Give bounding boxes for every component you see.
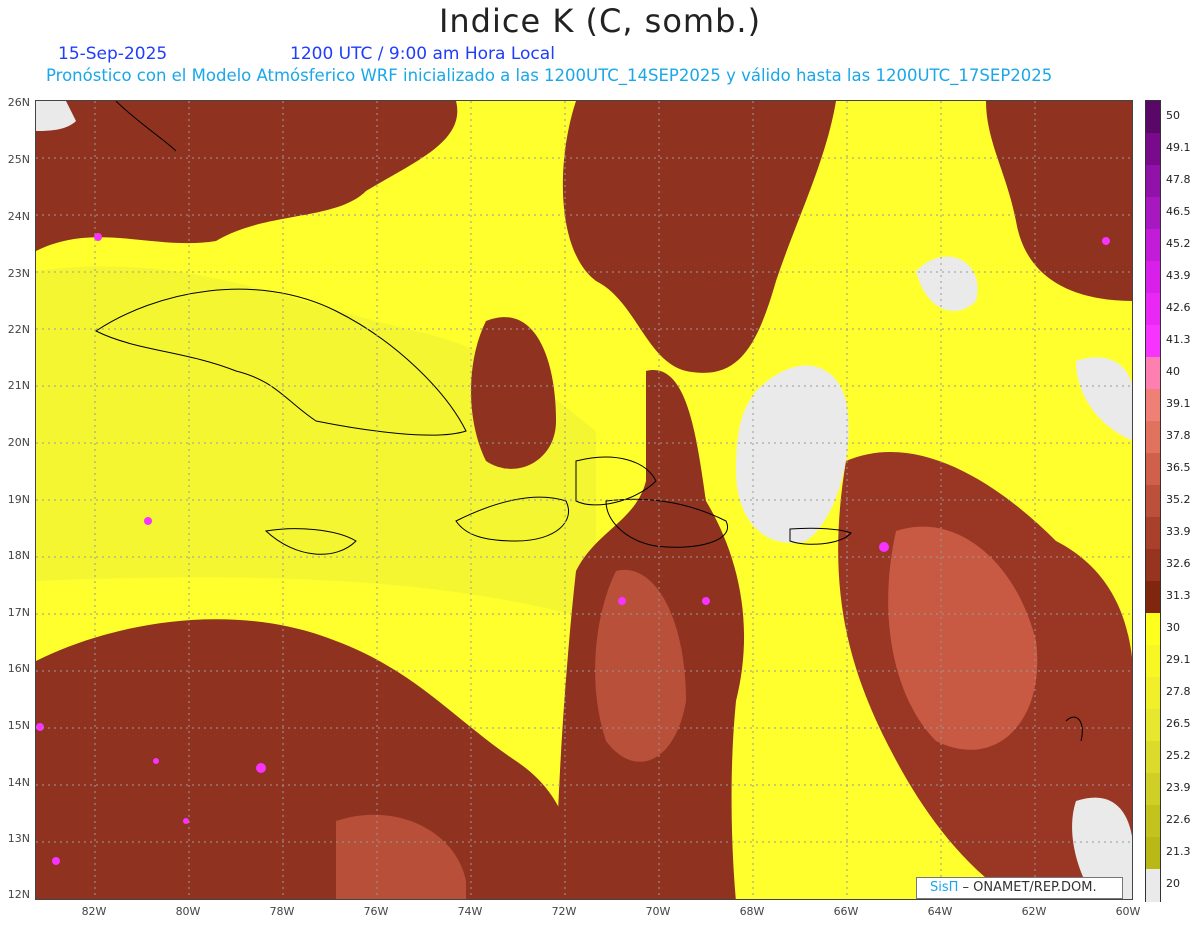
lon-label: 82W <box>81 905 107 918</box>
color-scale-label: 50 <box>1166 109 1180 122</box>
color-scale-label: 45.2 <box>1166 237 1191 250</box>
color-scale-label: 20 <box>1166 877 1180 890</box>
color-scale-label: 26.5 <box>1166 717 1191 730</box>
color-scale-swatch <box>1146 741 1160 774</box>
sispi-logo: SisΠ <box>930 880 959 895</box>
color-scale-label: 46.5 <box>1166 205 1191 218</box>
lat-label: 19N <box>7 493 30 506</box>
lon-label: 78W <box>269 905 295 918</box>
lat-label: 22N <box>7 323 30 336</box>
lat-label: 20N <box>7 436 30 449</box>
color-scale-swatch <box>1146 421 1160 454</box>
color-scale-label: 37.8 <box>1166 429 1191 442</box>
lon-label: 60W <box>1115 905 1141 918</box>
lat-label: 25N <box>7 153 30 166</box>
valid-time: 1200 UTC / 9:00 am Hora Local <box>290 44 555 64</box>
credit-box: SisΠ – ONAMET/REP.DOM. <box>916 877 1123 899</box>
color-scale-swatch <box>1146 485 1160 518</box>
color-scale-label: 33.9 <box>1166 525 1191 538</box>
color-scale-swatch <box>1146 549 1160 582</box>
model-description: Pronóstico con el Modelo Atmósferico WRF… <box>46 66 1053 85</box>
color-scale-label: 47.8 <box>1166 173 1191 186</box>
lat-label: 16N <box>7 662 30 675</box>
color-scale-swatch <box>1146 261 1160 294</box>
lon-label: 62W <box>1021 905 1047 918</box>
color-scale-label: 40 <box>1166 365 1180 378</box>
color-scale-bar <box>1145 100 1161 902</box>
color-scale-swatch <box>1146 357 1160 390</box>
color-scale-swatch <box>1146 517 1160 550</box>
lat-label: 13N <box>7 832 30 845</box>
lon-label: 72W <box>551 905 577 918</box>
color-scale-label: 27.8 <box>1166 685 1191 698</box>
color-scale-swatch <box>1146 677 1160 710</box>
lat-label: 15N <box>7 719 30 732</box>
color-scale-swatch <box>1146 869 1160 902</box>
color-scale-label: 29.1 <box>1166 653 1191 666</box>
forecast-map[interactable] <box>35 100 1133 900</box>
color-scale-swatch <box>1146 773 1160 806</box>
color-scale-label: 30 <box>1166 621 1180 634</box>
map-title: Indice K (C, somb.) <box>438 2 762 40</box>
lat-label: 12N <box>7 888 30 901</box>
lat-label: 24N <box>7 210 30 223</box>
color-scale-swatch <box>1146 101 1160 134</box>
color-scale-swatch <box>1146 325 1160 358</box>
color-scale-label: 39.1 <box>1166 397 1191 410</box>
lat-label: 17N <box>7 606 30 619</box>
color-scale-label: 36.5 <box>1166 461 1191 474</box>
lat-label: 26N <box>7 96 30 109</box>
color-scale-swatch <box>1146 197 1160 230</box>
color-scale-swatch <box>1146 709 1160 742</box>
lon-label: 76W <box>363 905 389 918</box>
color-scale-swatch <box>1146 229 1160 262</box>
color-scale-label: 32.6 <box>1166 557 1191 570</box>
lat-label: 21N <box>7 379 30 392</box>
color-scale-swatch <box>1146 453 1160 486</box>
color-scale-label: 41.3 <box>1166 333 1191 346</box>
lat-label: 14N <box>7 776 30 789</box>
color-scale-swatch <box>1146 389 1160 422</box>
color-scale-swatch <box>1146 165 1160 198</box>
color-scale-swatch <box>1146 133 1160 166</box>
color-scale-label: 42.6 <box>1166 301 1191 314</box>
color-scale-swatch <box>1146 645 1160 678</box>
color-scale-swatch <box>1146 805 1160 838</box>
color-scale-label: 21.3 <box>1166 845 1191 858</box>
color-scale-label: 49.1 <box>1166 141 1191 154</box>
color-scale-swatch <box>1146 837 1160 870</box>
color-scale-swatch <box>1146 293 1160 326</box>
color-scale-label: 25.2 <box>1166 749 1191 762</box>
color-scale-swatch <box>1146 581 1160 614</box>
lat-label: 23N <box>7 267 30 280</box>
color-scale-label: 22.6 <box>1166 813 1191 826</box>
lon-label: 66W <box>833 905 859 918</box>
lon-label: 68W <box>739 905 765 918</box>
lon-label: 80W <box>175 905 201 918</box>
color-scale-label: 31.3 <box>1166 589 1191 602</box>
lat-label: 18N <box>7 549 30 562</box>
lon-label: 70W <box>645 905 671 918</box>
color-scale-swatch <box>1146 613 1160 646</box>
color-scale-label: 35.2 <box>1166 493 1191 506</box>
credit-text: – ONAMET/REP.DOM. <box>958 880 1097 895</box>
valid-date: 15-Sep-2025 <box>58 44 168 64</box>
lon-label: 74W <box>457 905 483 918</box>
color-scale-label: 43.9 <box>1166 269 1191 282</box>
k-index-field <box>36 101 1132 899</box>
color-scale-label: 23.9 <box>1166 781 1191 794</box>
lon-label: 64W <box>927 905 953 918</box>
